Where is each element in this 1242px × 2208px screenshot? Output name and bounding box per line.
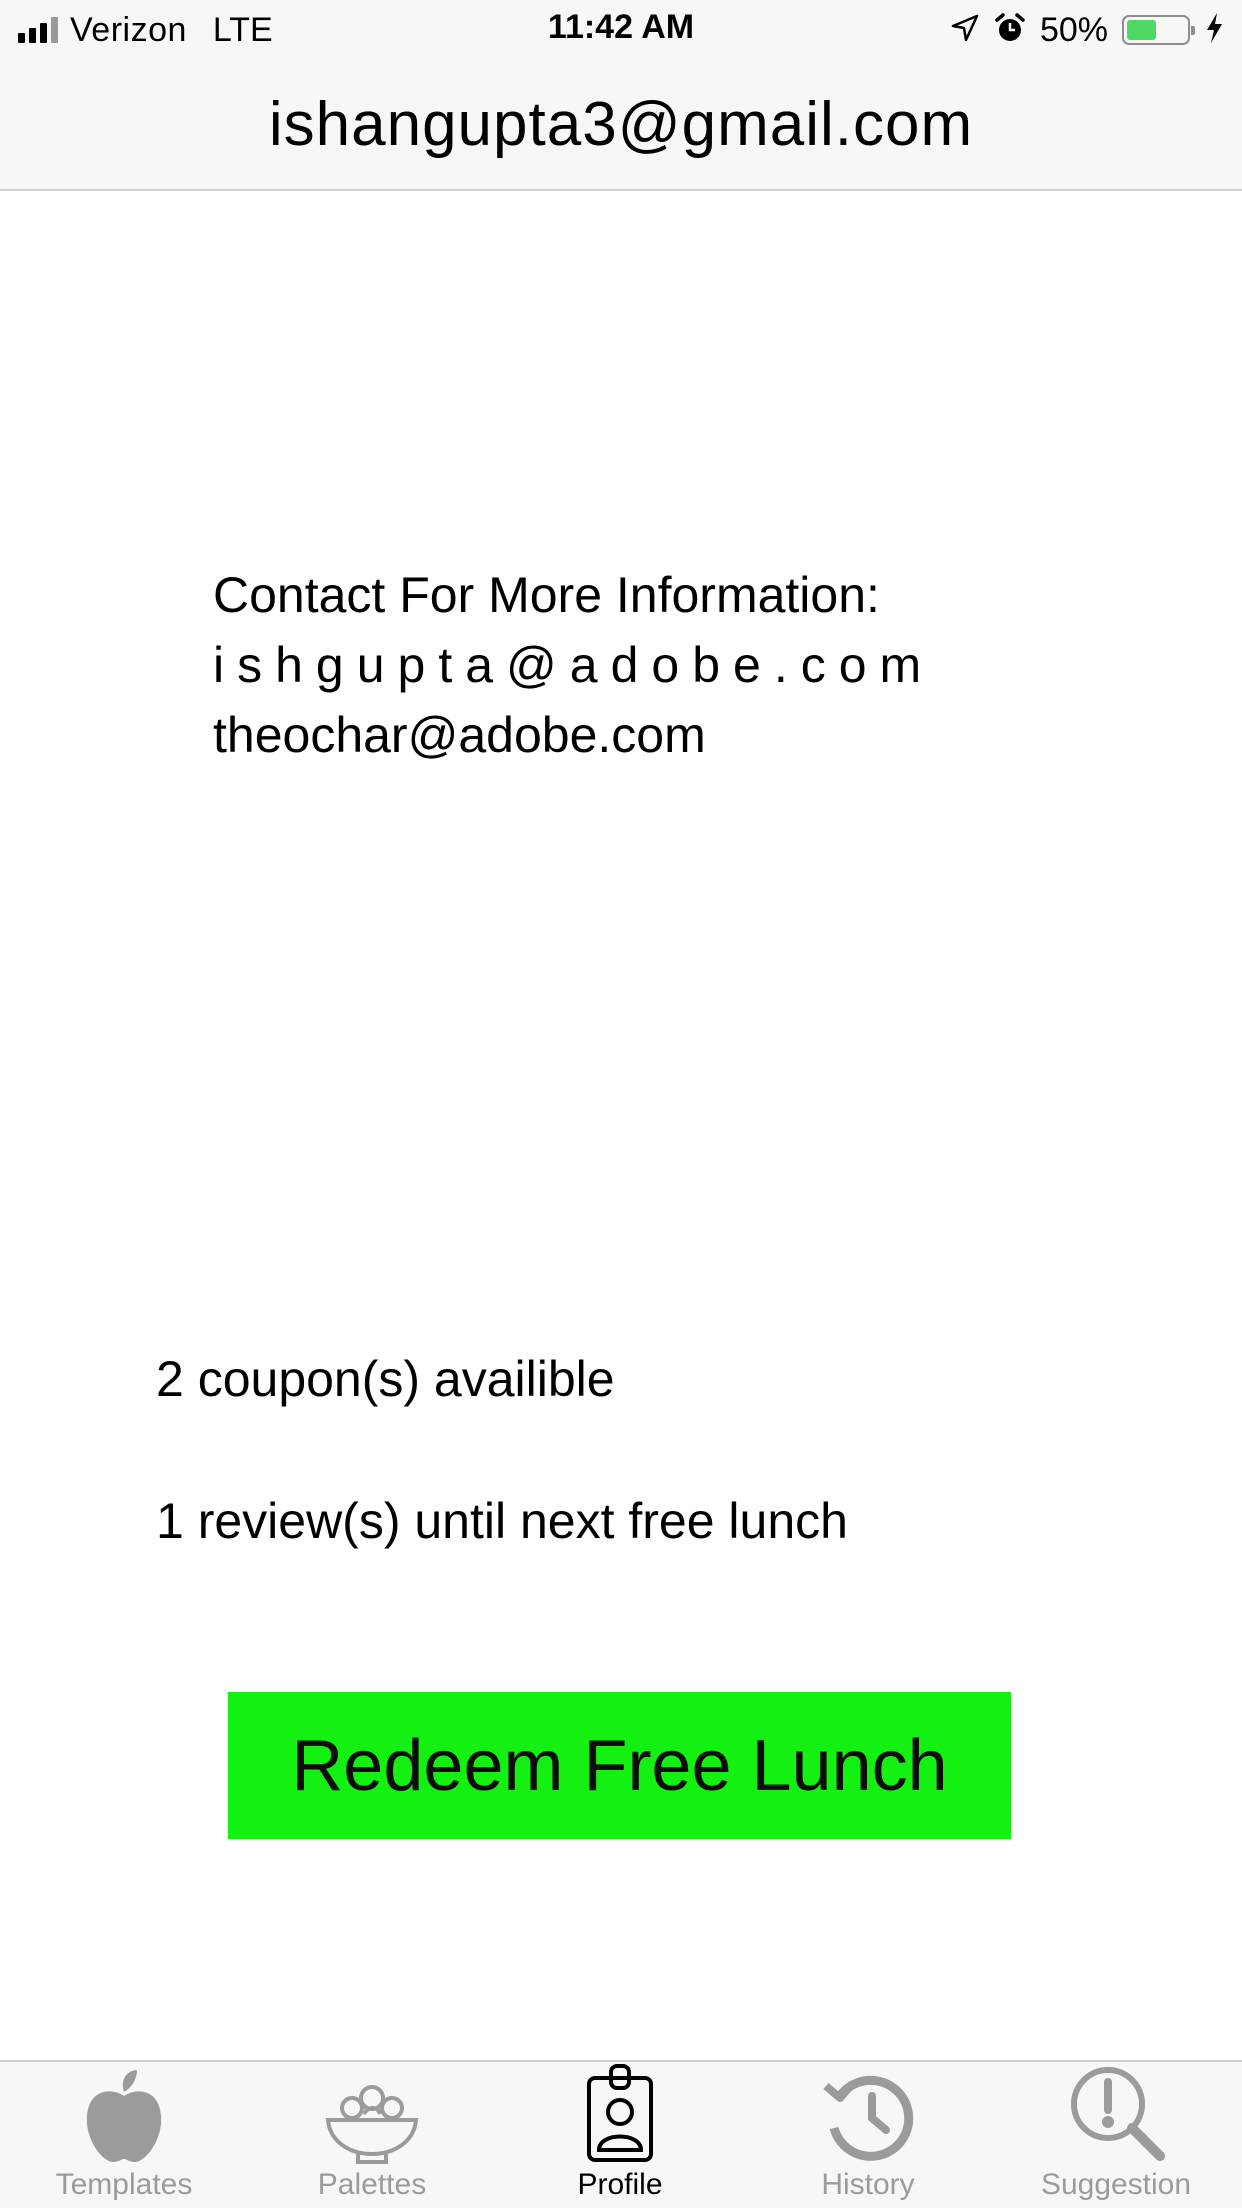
history-icon — [818, 2068, 918, 2164]
battery-icon — [1122, 15, 1195, 45]
status-right: 50% — [950, 10, 1224, 50]
coupons-available-text: 2 coupon(s) availible — [156, 1351, 615, 1407]
tab-label-history: History — [821, 2168, 915, 2201]
status-bar: Verizon LTE 11:42 AM 50% — [0, 0, 1242, 60]
tab-profile[interactable]: Profile — [496, 2062, 744, 2208]
battery-level-fill — [1127, 20, 1156, 40]
contact-heading: Contact For More Information: — [213, 567, 880, 623]
contact-email-2[interactable]: theochar@adobe.com — [213, 700, 934, 770]
id-badge-icon — [585, 2064, 655, 2164]
charging-bolt-icon — [1204, 12, 1224, 49]
location-arrow-icon — [950, 13, 980, 48]
tab-history[interactable]: History — [744, 2062, 992, 2208]
contact-info: Contact For More Information: ishgupta@a… — [213, 560, 934, 770]
alarm-icon — [994, 12, 1026, 49]
tab-label-profile: Profile — [577, 2168, 663, 2201]
tab-templates[interactable]: Templates — [0, 2062, 248, 2208]
redeem-free-lunch-button[interactable]: Redeem Free Lunch — [228, 1692, 1011, 1839]
contact-email-1[interactable]: ishgupta@adobe.com — [213, 630, 934, 700]
tab-suggestion[interactable]: Suggestion — [992, 2062, 1240, 2208]
page-title: ishangupta3@gmail.com — [268, 90, 974, 159]
tab-label-templates: Templates — [55, 2168, 193, 2201]
tab-label-suggestion: Suggestion — [1040, 2168, 1192, 2201]
suggestion-icon — [1066, 2064, 1166, 2164]
tab-label-palettes: Palettes — [317, 2168, 427, 2201]
battery-percent: 50% — [1039, 10, 1108, 49]
reviews-until-lunch-text: 1 review(s) until next free lunch — [156, 1493, 848, 1549]
tab-palettes[interactable]: Palettes — [248, 2062, 496, 2208]
tab-bar: Templates Palettes Profile History Sugge… — [0, 2060, 1242, 2208]
apple-icon — [79, 2068, 169, 2164]
salad-bowl-icon — [322, 2074, 422, 2164]
nav-bar: ishangupta3@gmail.com — [0, 60, 1242, 191]
